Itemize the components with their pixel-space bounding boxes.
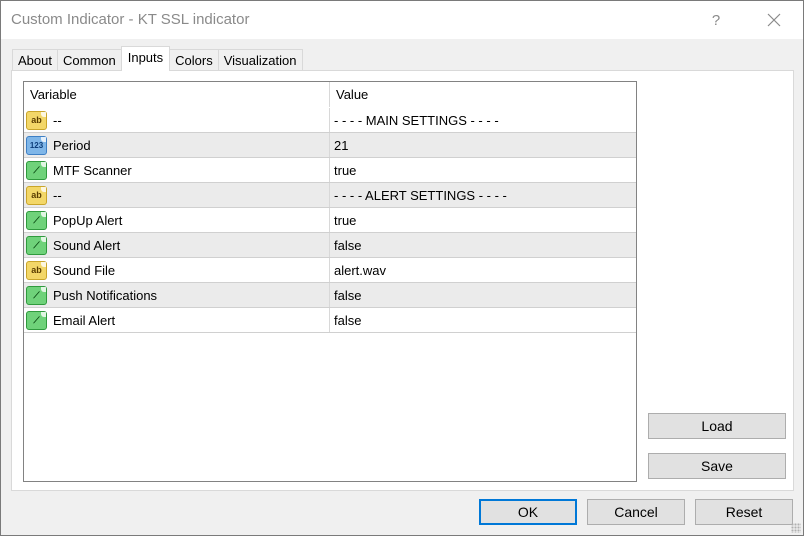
- tab-common[interactable]: Common: [56, 49, 122, 71]
- boolean-icon: ⟋: [26, 210, 47, 230]
- ok-button[interactable]: OK: [479, 499, 577, 525]
- tab-bar: About Common Inputs Colors Visualization: [12, 46, 303, 71]
- variable-cell[interactable]: ab --: [24, 108, 330, 132]
- string-icon: ab: [26, 260, 47, 280]
- variable-name: Period: [53, 137, 91, 153]
- help-button[interactable]: ?: [693, 1, 739, 39]
- tab-visualization[interactable]: Visualization: [217, 49, 303, 71]
- reset-button[interactable]: Reset: [695, 499, 793, 525]
- column-header-value[interactable]: Value: [330, 82, 636, 107]
- title-bar: Custom Indicator - KT SSL indicator ?: [1, 1, 803, 39]
- resize-grip[interactable]: [791, 523, 801, 533]
- tab-colors[interactable]: Colors: [169, 49, 219, 71]
- value-cell[interactable]: false: [330, 283, 636, 307]
- variable-name: Sound Alert: [53, 237, 121, 253]
- boolean-icon: ⟋: [26, 285, 47, 305]
- variable-cell[interactable]: ab --: [24, 183, 330, 207]
- boolean-icon: ⟋: [26, 160, 47, 180]
- variable-name: --: [53, 187, 62, 203]
- column-header-variable[interactable]: Variable: [24, 82, 330, 107]
- load-button[interactable]: Load: [648, 413, 786, 439]
- variable-cell[interactable]: ⟋ Email Alert: [24, 308, 330, 332]
- table-row[interactable]: ab -- - - - - MAIN SETTINGS - - - -: [24, 108, 636, 133]
- tab-inputs[interactable]: Inputs: [120, 46, 171, 71]
- cancel-button[interactable]: Cancel: [587, 499, 685, 525]
- dialog-window: Custom Indicator - KT SSL indicator ? Ab…: [0, 0, 804, 536]
- variable-cell[interactable]: ⟋ Push Notifications: [24, 283, 330, 307]
- inputs-panel: Variable Value ab -- - - - - MAIN SETTINGS…: [11, 70, 794, 491]
- value-cell[interactable]: false: [330, 308, 636, 332]
- integer-icon: 123: [26, 135, 47, 155]
- table-row[interactable]: ⟋ Push Notifications false: [24, 283, 636, 308]
- value-cell[interactable]: false: [330, 233, 636, 257]
- value-cell[interactable]: true: [330, 208, 636, 232]
- grid-header: Variable Value: [24, 82, 636, 108]
- boolean-icon: ⟋: [26, 235, 47, 255]
- tab-about[interactable]: About: [12, 49, 58, 71]
- table-row[interactable]: 123 Period 21: [24, 133, 636, 158]
- save-button[interactable]: Save: [648, 453, 786, 479]
- value-cell[interactable]: - - - - ALERT SETTINGS - - - -: [330, 183, 636, 207]
- table-row[interactable]: ab -- - - - - ALERT SETTINGS - - - -: [24, 183, 636, 208]
- table-row[interactable]: ab Sound File alert.wav: [24, 258, 636, 283]
- value-cell[interactable]: true: [330, 158, 636, 182]
- variable-name: Email Alert: [53, 312, 116, 328]
- window-title: Custom Indicator - KT SSL indicator: [11, 11, 250, 28]
- value-cell[interactable]: 21: [330, 133, 636, 157]
- help-icon: ?: [711, 11, 721, 29]
- value-cell[interactable]: - - - - MAIN SETTINGS - - - -: [330, 108, 636, 132]
- table-row[interactable]: ⟋ Email Alert false: [24, 308, 636, 333]
- inputs-grid: Variable Value ab -- - - - - MAIN SETTINGS…: [23, 81, 637, 482]
- variable-name: PopUp Alert: [53, 212, 123, 228]
- variable-cell[interactable]: ⟋ PopUp Alert: [24, 208, 330, 232]
- string-icon: ab: [26, 185, 47, 205]
- variable-cell[interactable]: ab Sound File: [24, 258, 330, 282]
- close-icon: [767, 13, 781, 27]
- variable-cell[interactable]: 123 Period: [24, 133, 330, 157]
- table-row[interactable]: ⟋ PopUp Alert true: [24, 208, 636, 233]
- grid-rows: ab -- - - - - MAIN SETTINGS - - - - 123 Peri…: [24, 108, 636, 333]
- variable-name: --: [53, 112, 62, 128]
- string-icon: ab: [26, 110, 47, 130]
- variable-name: Push Notifications: [53, 287, 158, 303]
- variable-cell[interactable]: ⟋ MTF Scanner: [24, 158, 330, 182]
- variable-name: MTF Scanner: [53, 162, 132, 178]
- close-button[interactable]: [751, 1, 797, 39]
- value-cell[interactable]: alert.wav: [330, 258, 636, 282]
- table-row[interactable]: ⟋ Sound Alert false: [24, 233, 636, 258]
- variable-name: Sound File: [53, 262, 116, 278]
- boolean-icon: ⟋: [26, 310, 47, 330]
- variable-cell[interactable]: ⟋ Sound Alert: [24, 233, 330, 257]
- table-row[interactable]: ⟋ MTF Scanner true: [24, 158, 636, 183]
